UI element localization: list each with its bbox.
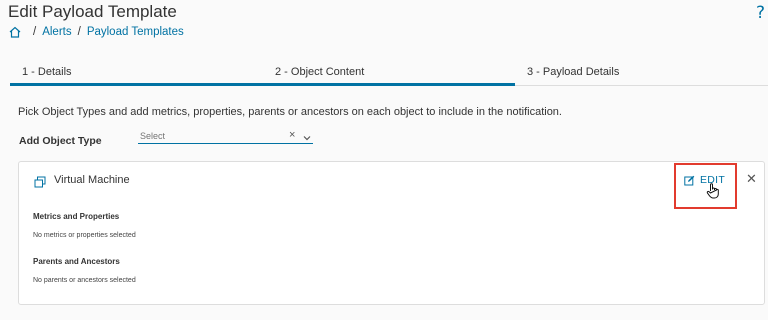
- chevron-down-icon[interactable]: [302, 130, 312, 141]
- parents-ancestors-heading: Parents and Ancestors: [33, 257, 120, 266]
- object-type-select[interactable]: ×: [138, 129, 313, 144]
- tab-payload-details[interactable]: 3 - Payload Details: [527, 61, 619, 86]
- home-icon[interactable]: [9, 26, 21, 38]
- object-type-card: Virtual Machine EDIT ✕ Metrics and Prope…: [18, 161, 765, 305]
- metrics-properties-heading: Metrics and Properties: [33, 212, 120, 221]
- breadcrumb-payload-templates-link[interactable]: Payload Templates: [87, 26, 184, 38]
- breadcrumb: / Alerts / Payload Templates: [9, 26, 184, 38]
- breadcrumb-separator: /: [33, 26, 37, 38]
- page-title: Edit Payload Template: [8, 2, 177, 21]
- metrics-properties-empty: No metrics or properties selected: [33, 232, 136, 239]
- hand-cursor-icon: [706, 183, 720, 199]
- help-icon[interactable]: ?: [756, 2, 768, 22]
- clear-icon[interactable]: ×: [289, 129, 295, 141]
- wizard-tabs: 1 - Details 2 - Object Content 3 - Paylo…: [10, 61, 768, 87]
- virtual-machine-icon: [34, 175, 46, 188]
- instructions-text: Pick Object Types and add metrics, prope…: [18, 106, 562, 118]
- parents-ancestors-empty: No parents or ancestors selected: [33, 277, 136, 284]
- object-type-title: Virtual Machine: [54, 174, 130, 186]
- tab-progress-indicator: [10, 83, 515, 86]
- edit-icon: [684, 175, 695, 186]
- close-icon[interactable]: ✕: [746, 171, 757, 187]
- object-type-select-input[interactable]: [140, 131, 280, 141]
- breadcrumb-separator: /: [77, 26, 81, 38]
- svg-text:?: ?: [756, 3, 765, 22]
- add-object-type-label: Add Object Type: [19, 135, 102, 147]
- breadcrumb-alerts-link[interactable]: Alerts: [42, 26, 71, 38]
